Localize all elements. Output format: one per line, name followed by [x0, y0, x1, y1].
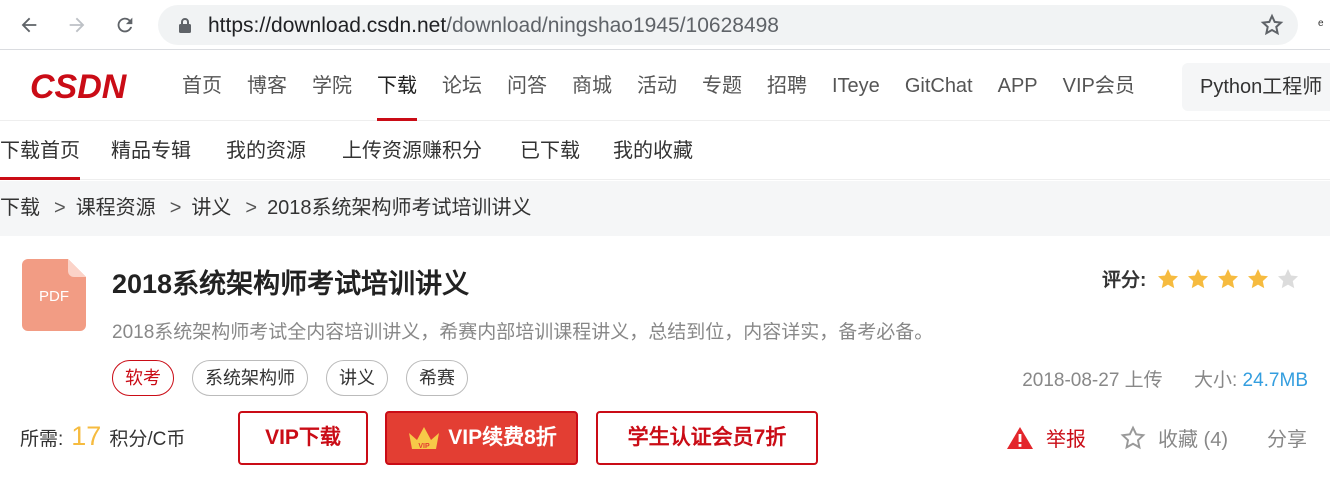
back-icon[interactable] — [14, 10, 44, 40]
nav-item-download[interactable]: 下载 — [377, 51, 417, 121]
star-empty-icon — [1278, 268, 1299, 288]
nav-item-gitchat[interactable]: GitChat — [905, 51, 973, 121]
star-filled-icon — [1248, 268, 1269, 288]
breadcrumb-item[interactable]: 讲义 — [191, 197, 231, 219]
crown-icon: VIP — [409, 427, 440, 450]
download-subnav: 下载首页 精品专辑 我的资源 上传资源赚积分 已下载 我的收藏 — [0, 122, 1330, 180]
star-filled-icon — [1218, 268, 1239, 288]
nav-item-store[interactable]: 商城 — [572, 51, 612, 121]
size-label: 大小: — [1193, 370, 1238, 391]
subnav-my-resources[interactable]: 我的资源 — [226, 122, 306, 180]
cost-value: 17 — [71, 421, 102, 451]
rating-label: 评分: — [1102, 270, 1147, 291]
subnav-download-home[interactable]: 下载首页 — [0, 122, 80, 180]
url-text: https://download.csdn.net/download/nings… — [208, 14, 779, 37]
breadcrumb: 下载 > 课程资源 > 讲义 >2018系统架构师考试培训讲义 — [0, 181, 1330, 236]
star-filled-icon — [1188, 268, 1209, 288]
extension-icon[interactable]: e — [1318, 18, 1324, 29]
report-button[interactable]: 举报 — [1006, 423, 1086, 452]
tag-list: 软考 系统架构师 讲义 希赛 — [112, 360, 486, 396]
svg-text:CSDN: CSDN — [30, 68, 128, 104]
size-value: 24.7MB — [1242, 370, 1308, 391]
student-member-button[interactable]: 学生认证会员7折 — [596, 411, 818, 465]
site-header: CSDN 首页 博客 学院 下载 论坛 问答 商城 活动 专题 招聘 ITeye… — [0, 51, 1330, 121]
csdn-logo[interactable]: CSDN — [30, 68, 150, 104]
pdf-file-icon: PDF — [22, 259, 86, 331]
nav-item-academy[interactable]: 学院 — [312, 51, 352, 121]
browser-toolbar: https://download.csdn.net/download/nings… — [0, 0, 1330, 50]
svg-text:VIP: VIP — [419, 443, 431, 450]
resource-card: PDF 2018系统架构师考试培训讲义 评分: 2018系统架构师考试全内容培训… — [0, 237, 1330, 479]
report-label: 举报 — [1046, 429, 1086, 451]
subnav-featured[interactable]: 精品专辑 — [111, 122, 191, 180]
warning-icon — [1007, 426, 1033, 449]
star-filled-icon — [1158, 268, 1179, 288]
breadcrumb-current: 2018系统架构师考试培训讲义 — [267, 197, 532, 219]
tag[interactable]: 讲义 — [326, 360, 388, 396]
nav-item-topics[interactable]: 专题 — [702, 51, 742, 121]
nav-item-jobs[interactable]: 招聘 — [767, 51, 807, 121]
resource-meta: 2018-08-27 上传 大小: 24.7MB — [1022, 365, 1308, 392]
collect-button[interactable]: 收藏 (4) — [1120, 423, 1228, 452]
breadcrumb-item[interactable]: 下载 — [0, 197, 40, 219]
reload-icon[interactable] — [110, 10, 140, 40]
nav-item-app[interactable]: APP — [998, 51, 1038, 121]
resource-title: 2018系统架构师考试培训讲义 — [112, 269, 470, 299]
share-label: 分享 — [1267, 429, 1307, 451]
address-bar[interactable]: https://download.csdn.net/download/nings… — [158, 5, 1298, 45]
breadcrumb-separator: > — [245, 197, 258, 219]
search-input[interactable]: Python工程师 — [1182, 63, 1330, 111]
share-button[interactable]: 分享 — [1267, 423, 1307, 452]
tag[interactable]: 软考 — [112, 360, 174, 396]
resource-description: 2018系统架构师考试全内容培训讲义，希赛内部培训课程讲义，总结到位，内容详实，… — [112, 322, 934, 343]
subnav-favorites[interactable]: 我的收藏 — [613, 122, 693, 180]
nav-item-events[interactable]: 活动 — [637, 51, 677, 121]
cost-unit: 积分/C币 — [109, 429, 186, 450]
svg-text:PDF: PDF — [39, 288, 69, 305]
vip-renew-button[interactable]: VIP VIP续费8折 — [385, 411, 578, 465]
upload-date: 2018-08-27 上传 — [1022, 370, 1163, 391]
collect-label: 收藏 (4) — [1158, 429, 1228, 451]
nav-item-vip[interactable]: VIP会员 — [1063, 51, 1135, 121]
star-outline-icon — [1120, 424, 1146, 449]
subnav-upload[interactable]: 上传资源赚积分 — [342, 122, 482, 180]
rating: 评分: — [1102, 265, 1306, 292]
bookmark-star-icon[interactable] — [1260, 13, 1284, 42]
lock-icon — [178, 17, 192, 38]
subnav-downloaded[interactable]: 已下载 — [520, 122, 580, 180]
nav-item-forum[interactable]: 论坛 — [442, 51, 482, 121]
rating-stars — [1156, 267, 1306, 291]
nav-item-home[interactable]: 首页 — [182, 51, 222, 121]
vip-download-button[interactable]: VIP下载 — [238, 411, 368, 465]
breadcrumb-separator: > — [169, 197, 182, 219]
vip-renew-label: VIP续费8折 — [448, 426, 557, 449]
tag[interactable]: 系统架构师 — [192, 360, 308, 396]
nav-item-qa[interactable]: 问答 — [507, 51, 547, 121]
main-menu: 首页 博客 学院 下载 论坛 问答 商城 活动 专题 招聘 ITeye GitC… — [182, 51, 1160, 121]
breadcrumb-item[interactable]: 课程资源 — [76, 197, 156, 219]
cost-info: 所需: 17 积分/C币 — [20, 421, 185, 452]
tag[interactable]: 希赛 — [406, 360, 468, 396]
nav-item-iteye[interactable]: ITeye — [832, 51, 880, 121]
forward-icon[interactable] — [62, 10, 92, 40]
cost-label: 所需: — [20, 429, 64, 450]
nav-item-blog[interactable]: 博客 — [247, 51, 287, 121]
breadcrumb-separator: > — [54, 197, 66, 219]
